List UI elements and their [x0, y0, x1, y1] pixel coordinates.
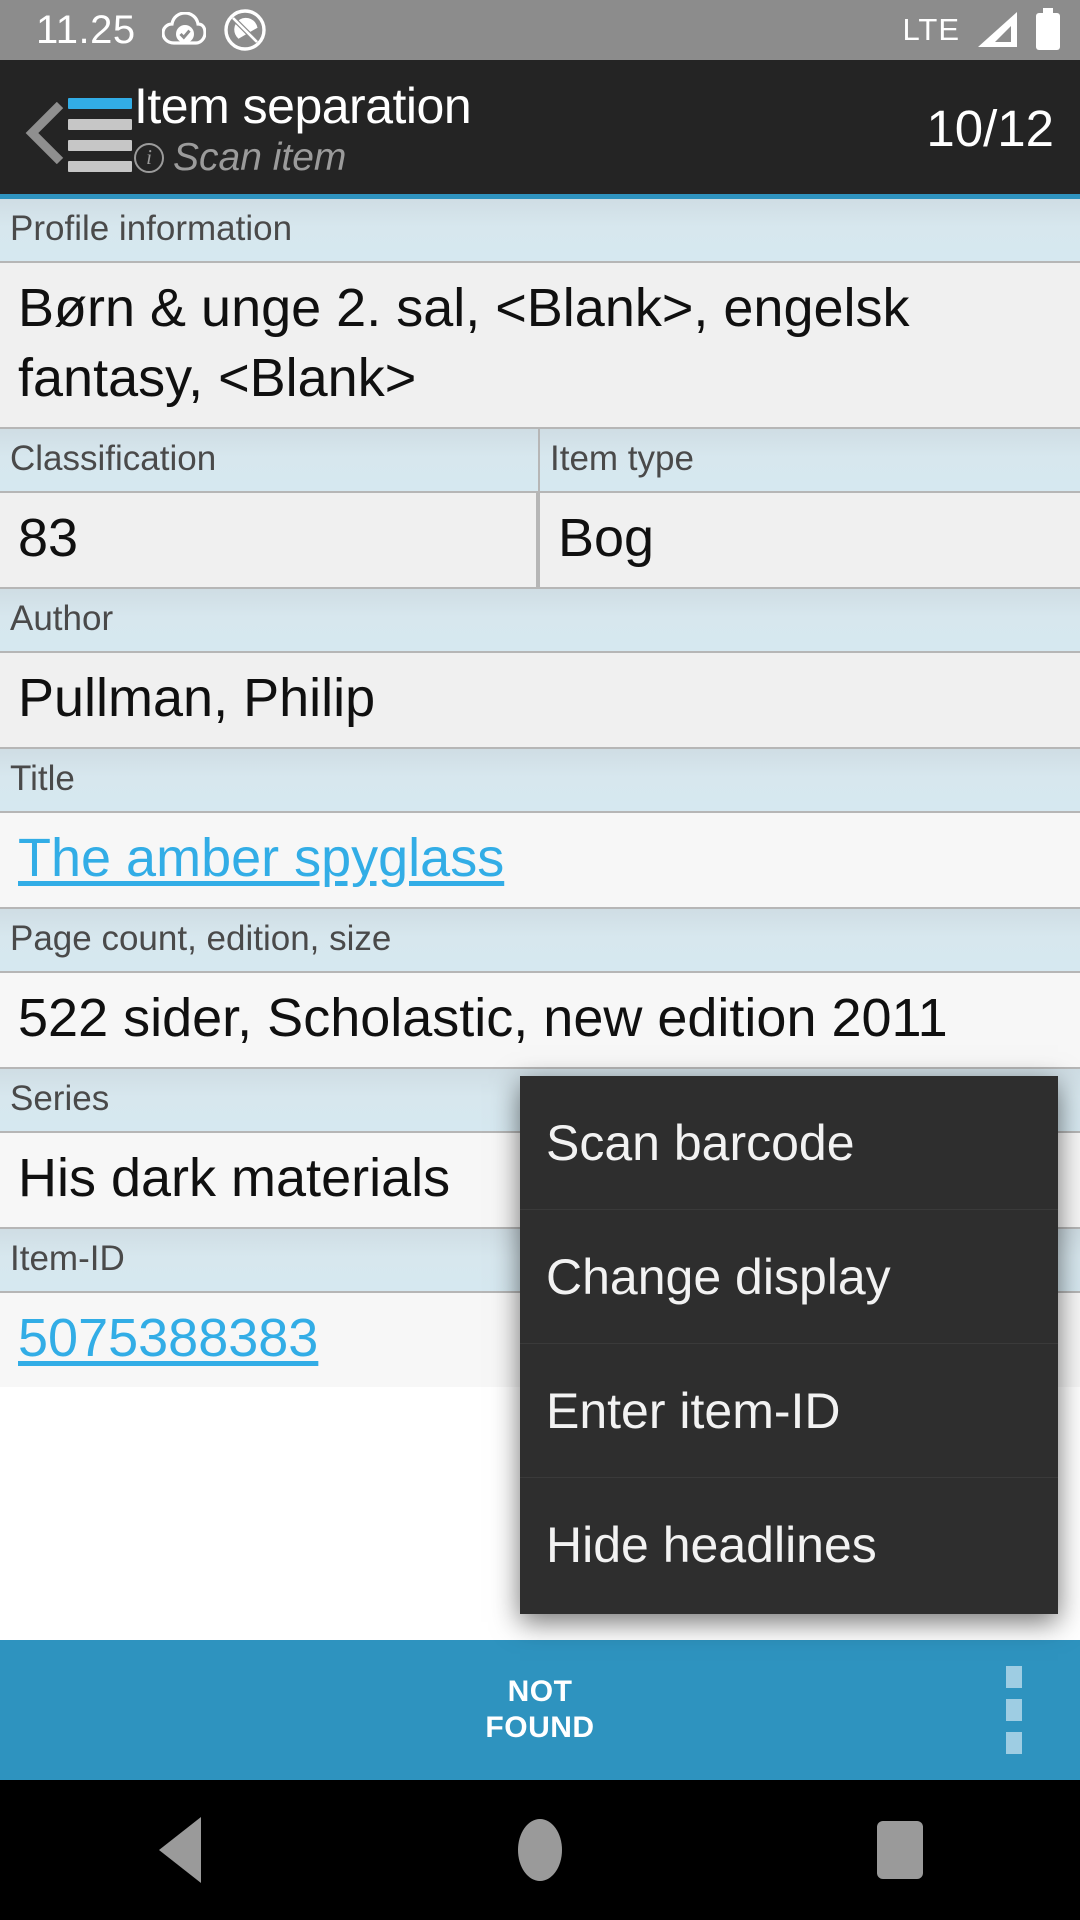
field-value-profile-information: Børn & unge 2. sal, <Blank>, engelsk fan… — [0, 263, 1080, 429]
field-label-text: Title — [10, 759, 75, 798]
progress-counter: 10/12 — [926, 100, 1054, 157]
recents-icon — [876, 1821, 923, 1879]
overflow-dot — [1006, 1732, 1022, 1754]
android-navigation-bar — [0, 1780, 1080, 1920]
field-label-item-type: Item type — [540, 429, 1080, 493]
field-value-text: 522 sider, Scholastic, new edition 2011 — [18, 988, 948, 1048]
menu-item-change-display[interactable]: Change display — [520, 1210, 1058, 1344]
cloud-check-icon — [161, 12, 206, 45]
field-value-text: Bog — [558, 508, 655, 568]
app-bar: Item separation i Scan item 10/12 — [0, 60, 1080, 197]
field-value-title: The amber spyglass — [0, 813, 1080, 909]
nav-back-button[interactable] — [0, 1817, 360, 1883]
field-label-text: Page count, edition, size — [10, 919, 392, 958]
item-id-link[interactable]: 5075388383 — [18, 1303, 318, 1373]
field-label-text: Item type — [550, 439, 694, 478]
do-not-disturb-icon — [223, 9, 266, 51]
field-value-classification: 83 — [0, 493, 538, 589]
nav-home-button[interactable] — [360, 1819, 720, 1881]
chevron-left-icon — [25, 101, 64, 164]
field-label-title: Title — [0, 749, 1080, 813]
field-classification: Classification 83 — [0, 429, 540, 589]
overflow-menu-icon[interactable] — [1006, 1666, 1022, 1754]
page-subtitle: i Scan item — [134, 135, 926, 179]
page-title: Item separation — [134, 77, 472, 134]
menu-item-scan-barcode[interactable]: Scan barcode — [520, 1076, 1058, 1210]
field-label-text: Profile information — [10, 209, 293, 248]
field-value-text: Pullman, Philip — [18, 668, 376, 728]
field-item-type: Item type Bog — [540, 429, 1080, 589]
overflow-popup-menu[interactable]: Scan barcode Change display Enter item-I… — [520, 1076, 1058, 1614]
title-link[interactable]: The amber spyglass — [18, 823, 504, 893]
menu-item-label: Enter item-ID — [546, 1382, 841, 1439]
menu-item-enter-item-id[interactable]: Enter item-ID — [520, 1344, 1058, 1478]
field-label-text: Classification — [10, 439, 217, 478]
field-label-page-count: Page count, edition, size — [0, 909, 1080, 973]
back-icon — [158, 1817, 201, 1883]
list-lines-icon — [68, 97, 132, 182]
menu-item-label: Hide headlines — [546, 1517, 877, 1573]
field-label-author: Author — [0, 589, 1080, 653]
overflow-dot — [1006, 1666, 1022, 1688]
signal-icon — [978, 12, 1017, 47]
field-value-page-count: 522 sider, Scholastic, new edition 2011 — [0, 973, 1080, 1069]
field-row-classification-itemtype: Classification 83 Item type Bog — [0, 429, 1080, 589]
list-line — [68, 160, 132, 172]
list-line — [68, 118, 132, 130]
field-value-text: 83 — [18, 508, 79, 568]
status-notification-icons — [161, 9, 266, 51]
back-list-icon[interactable] — [16, 86, 132, 172]
not-found-label-line2: FOUND — [485, 1711, 595, 1744]
status-time: 11.25 — [36, 7, 136, 52]
field-value-author: Pullman, Philip — [0, 653, 1080, 749]
network-type-label: LTE — [902, 12, 960, 47]
home-icon — [517, 1819, 562, 1881]
field-label-text: Author — [10, 599, 114, 638]
field-label-profile-information: Profile information — [0, 199, 1080, 263]
battery-icon — [1036, 8, 1060, 50]
not-found-button[interactable]: NOT FOUND — [485, 1674, 594, 1746]
app-title-block: Item separation i Scan item — [134, 79, 926, 179]
field-value-text: Børn & unge 2. sal, <Blank>, engelsk fan… — [18, 278, 910, 408]
info-icon: i — [134, 142, 164, 173]
nav-recents-button[interactable] — [720, 1821, 1080, 1879]
overflow-dot — [1006, 1699, 1022, 1721]
field-value-item-type: Bog — [540, 493, 1080, 589]
bottom-action-bar[interactable]: NOT FOUND — [0, 1640, 1080, 1780]
field-label-classification: Classification — [0, 429, 538, 493]
list-line — [68, 139, 132, 151]
menu-item-label: Scan barcode — [546, 1114, 855, 1171]
menu-item-hide-headlines[interactable]: Hide headlines — [520, 1478, 1058, 1612]
page-subtitle-label: Scan item — [173, 135, 347, 179]
not-found-label-line1: NOT — [507, 1675, 573, 1708]
list-line-active — [68, 97, 132, 109]
status-bar: 11.25 LTE — [0, 0, 1080, 60]
menu-item-label: Change display — [546, 1248, 891, 1305]
status-system-icons: LTE — [902, 8, 1062, 52]
